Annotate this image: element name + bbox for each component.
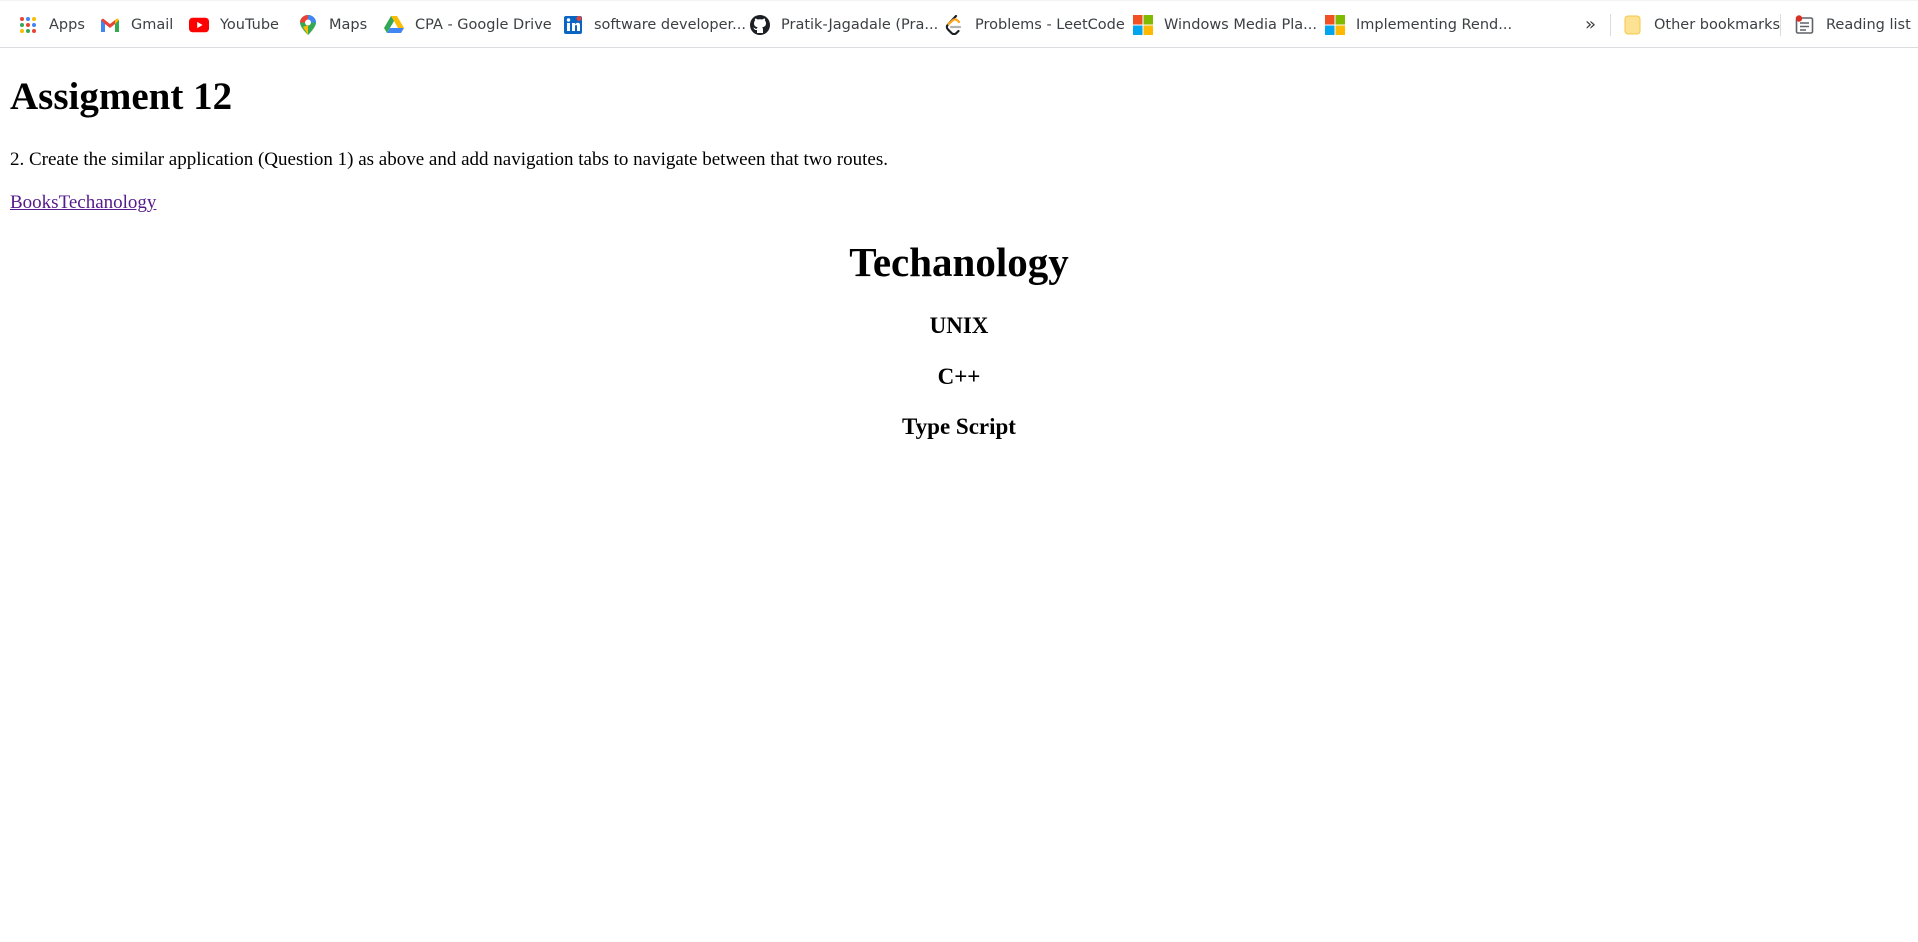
- bookmark-youtube[interactable]: YouTube: [189, 1, 279, 48]
- bookmark-label: software developer...: [594, 16, 746, 33]
- nav-link-technology[interactable]: Techanology: [59, 192, 157, 213]
- microsoft-icon: [1133, 14, 1153, 35]
- bookmark-maps[interactable]: Maps: [298, 1, 367, 48]
- bookmark-label: Reading list: [1826, 16, 1911, 33]
- bookmark-gmail[interactable]: Gmail: [100, 1, 173, 48]
- reading-list-button[interactable]: Reading list: [1795, 1, 1911, 48]
- double-chevron-right-icon: »: [1585, 14, 1597, 35]
- youtube-icon: [189, 15, 209, 35]
- apps-grid-icon: [18, 15, 38, 35]
- leetcode-icon: [944, 14, 964, 35]
- bookmark-linkedin[interactable]: software developer...: [563, 1, 746, 48]
- bookmarks-bar: Apps Gmail YouTube Maps CPA - Google Dri…: [0, 0, 1918, 48]
- technology-item: Type Script: [902, 414, 1016, 439]
- reading-list-icon: [1795, 14, 1815, 35]
- bookmark-label: Implementing Rend...: [1356, 16, 1513, 33]
- route-heading: Techanology: [849, 239, 1069, 285]
- microsoft-icon: [1325, 14, 1345, 35]
- github-icon: [750, 14, 770, 35]
- bookmarks-overflow-button[interactable]: »: [1585, 1, 1596, 48]
- linkedin-icon: [563, 15, 583, 35]
- gmail-icon: [100, 15, 120, 35]
- bookmarks-divider: [1610, 14, 1611, 36]
- nav-link-books[interactable]: Books: [10, 192, 59, 213]
- bookmark-label: Maps: [329, 16, 368, 33]
- technology-item: UNIX: [929, 313, 989, 338]
- bookmarks-divider: [1780, 14, 1781, 36]
- bookmark-leetcode[interactable]: Problems - LeetCode: [944, 1, 1125, 48]
- bookmark-google-drive[interactable]: CPA - Google Drive: [384, 1, 552, 48]
- bookmark-label: Gmail: [131, 16, 174, 33]
- folder-icon: [1623, 15, 1643, 35]
- page-title: Assigment 12: [10, 75, 233, 118]
- bookmark-label: Problems - LeetCode: [975, 16, 1125, 33]
- technology-item: C++: [937, 364, 981, 389]
- bookmark-implementing-rend[interactable]: Implementing Rend...: [1325, 1, 1512, 48]
- bookmark-label: Pratik-Jagadale (Pra...: [781, 16, 939, 33]
- bookmark-label: Windows Media Pla...: [1164, 16, 1317, 33]
- technology-route-view: Techanology UNIX C++ Type Script: [10, 238, 1908, 439]
- bookmark-github[interactable]: Pratik-Jagadale (Pra...: [750, 1, 938, 48]
- google-drive-icon: [384, 15, 404, 35]
- bookmark-windows-media-player[interactable]: Windows Media Pla...: [1133, 1, 1317, 48]
- maps-pin-icon: [298, 14, 318, 35]
- route-navigation: BooksTechanology: [10, 191, 156, 215]
- bookmark-label: YouTube: [220, 16, 279, 33]
- bookmark-label: CPA - Google Drive: [415, 16, 552, 33]
- question-text: 2. Create the similar application (Quest…: [10, 149, 888, 170]
- bookmark-label: Apps: [49, 16, 85, 33]
- bookmark-apps[interactable]: Apps: [18, 1, 85, 48]
- bookmark-other-bookmarks[interactable]: Other bookmarks: [1623, 1, 1780, 48]
- bookmark-label: Other bookmarks: [1654, 16, 1781, 33]
